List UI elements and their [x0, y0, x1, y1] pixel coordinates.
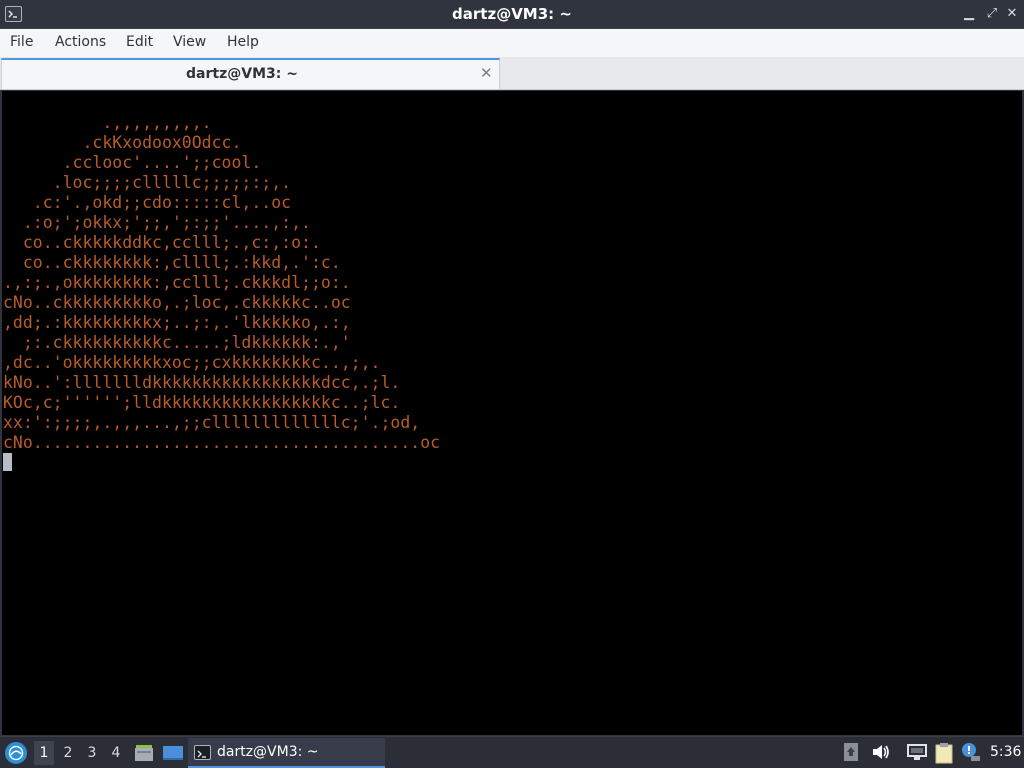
terminal-line: cNo..ckkkkkkkkko,.;loc,.ckkkkkc..oc	[3, 293, 351, 312]
taskbar-task-terminal[interactable]: dartz@VM3: ~	[188, 738, 385, 768]
tray-volume[interactable]	[871, 742, 891, 764]
tab-close-icon[interactable]: ✕	[480, 64, 493, 82]
menu-bar: File Actions Edit View Help	[0, 29, 1024, 57]
upload-icon	[844, 743, 858, 761]
show-desktop-button[interactable]	[162, 743, 184, 767]
tray-network[interactable]	[906, 742, 928, 764]
window-titlebar[interactable]: dartz@VM3: ~ ▁ ⤢ ✕	[0, 0, 1024, 29]
maximize-button[interactable]: ⤢	[985, 7, 999, 21]
tab-label: dartz@VM3: ~	[186, 66, 298, 82]
terminal-line: .,:;.,okkkkkkkk:,cclll;.ckkkdl;;o:.	[3, 273, 351, 292]
workspace-2[interactable]: 2	[58, 741, 78, 765]
task-label: dartz@VM3: ~	[217, 744, 319, 760]
terminal-line: ,dd;.:kkkkkkkkkx;..;:,.'lkkkkko,.:,	[3, 313, 351, 332]
terminal-line: .c:'.,okd;;cdo:::::cl,..oc	[3, 193, 292, 212]
close-icon: ✕	[1006, 6, 1018, 21]
terminal-line: xx:':;;;;,.,,,...,;;clllllllllllllc;'.;o…	[3, 413, 421, 432]
menu-edit[interactable]: Edit	[126, 34, 153, 50]
update-notifier-icon	[962, 743, 980, 761]
file-manager-icon	[135, 745, 153, 761]
minimize-button[interactable]: ▁	[962, 7, 976, 21]
terminal-line: cNo.....................................…	[3, 433, 441, 452]
terminal-line: KOc,c;'''''';lldkkkkkkkkkkkkkkkkkc..;lc.	[3, 393, 401, 412]
taskbar: 1 2 3 4 dartz@VM3: ~ 5:36	[0, 736, 1024, 768]
tray-clipboard[interactable]	[934, 742, 954, 764]
maximize-icon: ⤢	[986, 6, 998, 21]
start-menu-button[interactable]	[5, 742, 27, 764]
terminal-line: ,dc..'okkkkkkkkkxoc;;cxkkkkkkkkc..,;,.	[3, 353, 381, 372]
menu-view[interactable]: View	[173, 34, 206, 50]
close-window-button[interactable]: ✕	[1005, 7, 1019, 21]
volume-icon	[873, 745, 889, 759]
terminal-line: .ckKxodoox0Odcc.	[3, 133, 242, 152]
terminal-line: .:o;';okkx;';;,';:;;'....,:,.	[3, 213, 311, 232]
menu-file[interactable]: File	[10, 34, 33, 50]
menu-help[interactable]: Help	[227, 34, 259, 50]
terminal-line: kNo..':llllllldkkkkkkkkkkkkkkkkkdcc,.;l.	[3, 373, 401, 392]
terminal-cursor	[3, 453, 12, 471]
show-desktop-icon	[163, 746, 183, 760]
terminal-line: co..ckkkkkddkc,cclll;.,c:,:o:.	[3, 233, 321, 252]
minimize-icon: ▁	[964, 6, 974, 21]
window-title: dartz@VM3: ~	[452, 5, 572, 23]
clipboard-icon	[935, 743, 953, 764]
terminal-line: co..ckkkkkkkk:,cllll;.:kkd,.':c.	[3, 253, 341, 272]
workspace-3[interactable]: 3	[82, 741, 102, 765]
workspace-4[interactable]: 4	[106, 741, 126, 765]
terminal-line: .loc;;;;clllllc;;;;;:;,.	[3, 173, 292, 192]
file-manager-launcher[interactable]	[134, 743, 154, 767]
tab-bar: dartz@VM3: ~ ✕	[0, 57, 1024, 90]
terminal-tab[interactable]: dartz@VM3: ~ ✕	[1, 58, 500, 89]
tray-upload[interactable]	[843, 742, 859, 764]
tray-updates[interactable]	[961, 742, 981, 764]
terminal-line: ;:.ckkkkkkkkkkc.....;ldkkkkkk:.,'	[3, 333, 351, 352]
clock[interactable]: 5:36	[990, 744, 1021, 760]
terminal-line: .cclooc'....';;cool.	[3, 153, 262, 172]
lubuntu-logo-icon	[6, 743, 26, 763]
terminal-line: .,,,,,,,,,.	[3, 113, 212, 132]
terminal-icon	[194, 745, 211, 760]
terminal-output[interactable]: .,,,,,,,,,. .ckKxodoox0Odcc. .cclooc'...…	[2, 91, 1022, 735]
network-icon	[907, 744, 927, 760]
workspace-1[interactable]: 1	[34, 741, 54, 765]
menu-actions[interactable]: Actions	[55, 34, 106, 50]
